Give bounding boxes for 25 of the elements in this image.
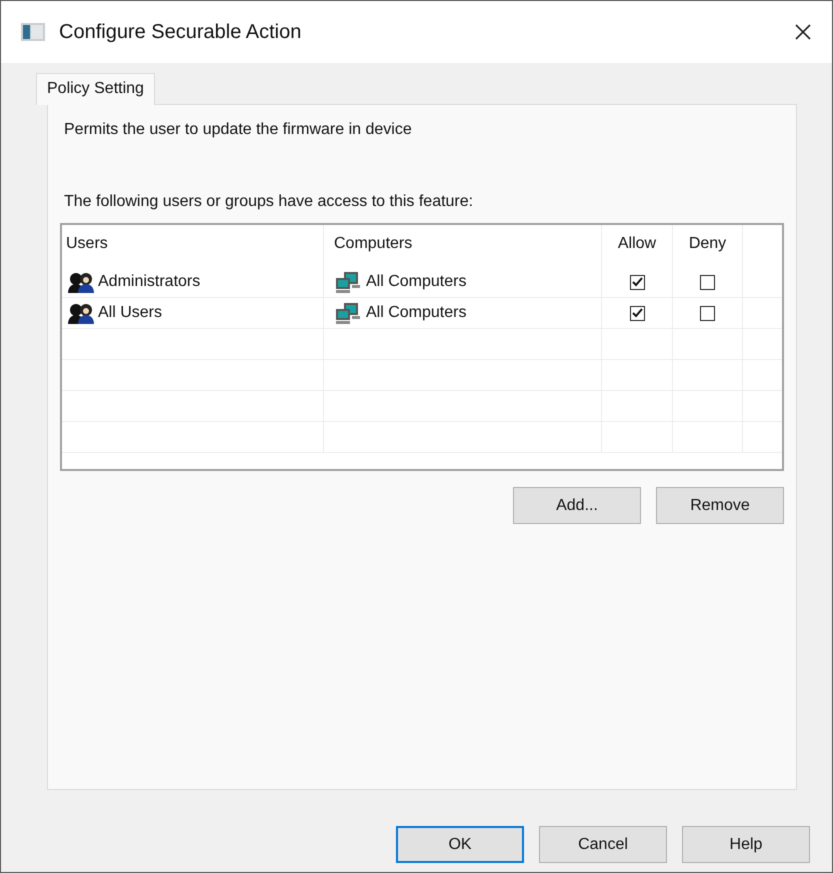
dialog-button[interactable]: Help — [682, 826, 810, 863]
access-label: The following users or groups have access to this feature: — [63, 193, 474, 211]
users-icon — [66, 271, 96, 293]
table-action-button[interactable]: Add... — [513, 487, 641, 524]
column-header[interactable]: Deny — [673, 225, 743, 267]
table-action-button[interactable]: Remove — [656, 487, 784, 524]
column-header[interactable]: Allow — [602, 225, 673, 267]
dialog-button[interactable]: OK — [396, 826, 524, 863]
deny-checkbox[interactable] — [700, 274, 715, 290]
users-icon — [66, 302, 96, 324]
user-name: Administrators — [98, 273, 200, 291]
computer-name: All Computers — [366, 273, 466, 291]
deny-checkbox[interactable] — [700, 306, 715, 320]
column-header[interactable]: Users — [62, 225, 324, 267]
user-name: All Users — [98, 304, 162, 322]
computer-name: All Computers — [366, 304, 466, 322]
allow-checkbox[interactable] — [630, 306, 644, 320]
tab[interactable]: Policy Setting — [36, 73, 155, 105]
column-header[interactable]: Computers — [324, 225, 602, 267]
close-icon[interactable] — [794, 23, 812, 41]
description-text: Permits the user to update the firmware in device — [63, 121, 413, 139]
window-icon — [21, 23, 45, 41]
window-title: Configure Securable Action — [59, 20, 302, 44]
dialog-button[interactable]: Cancel — [539, 826, 667, 863]
allow-checkbox[interactable] — [630, 274, 644, 290]
